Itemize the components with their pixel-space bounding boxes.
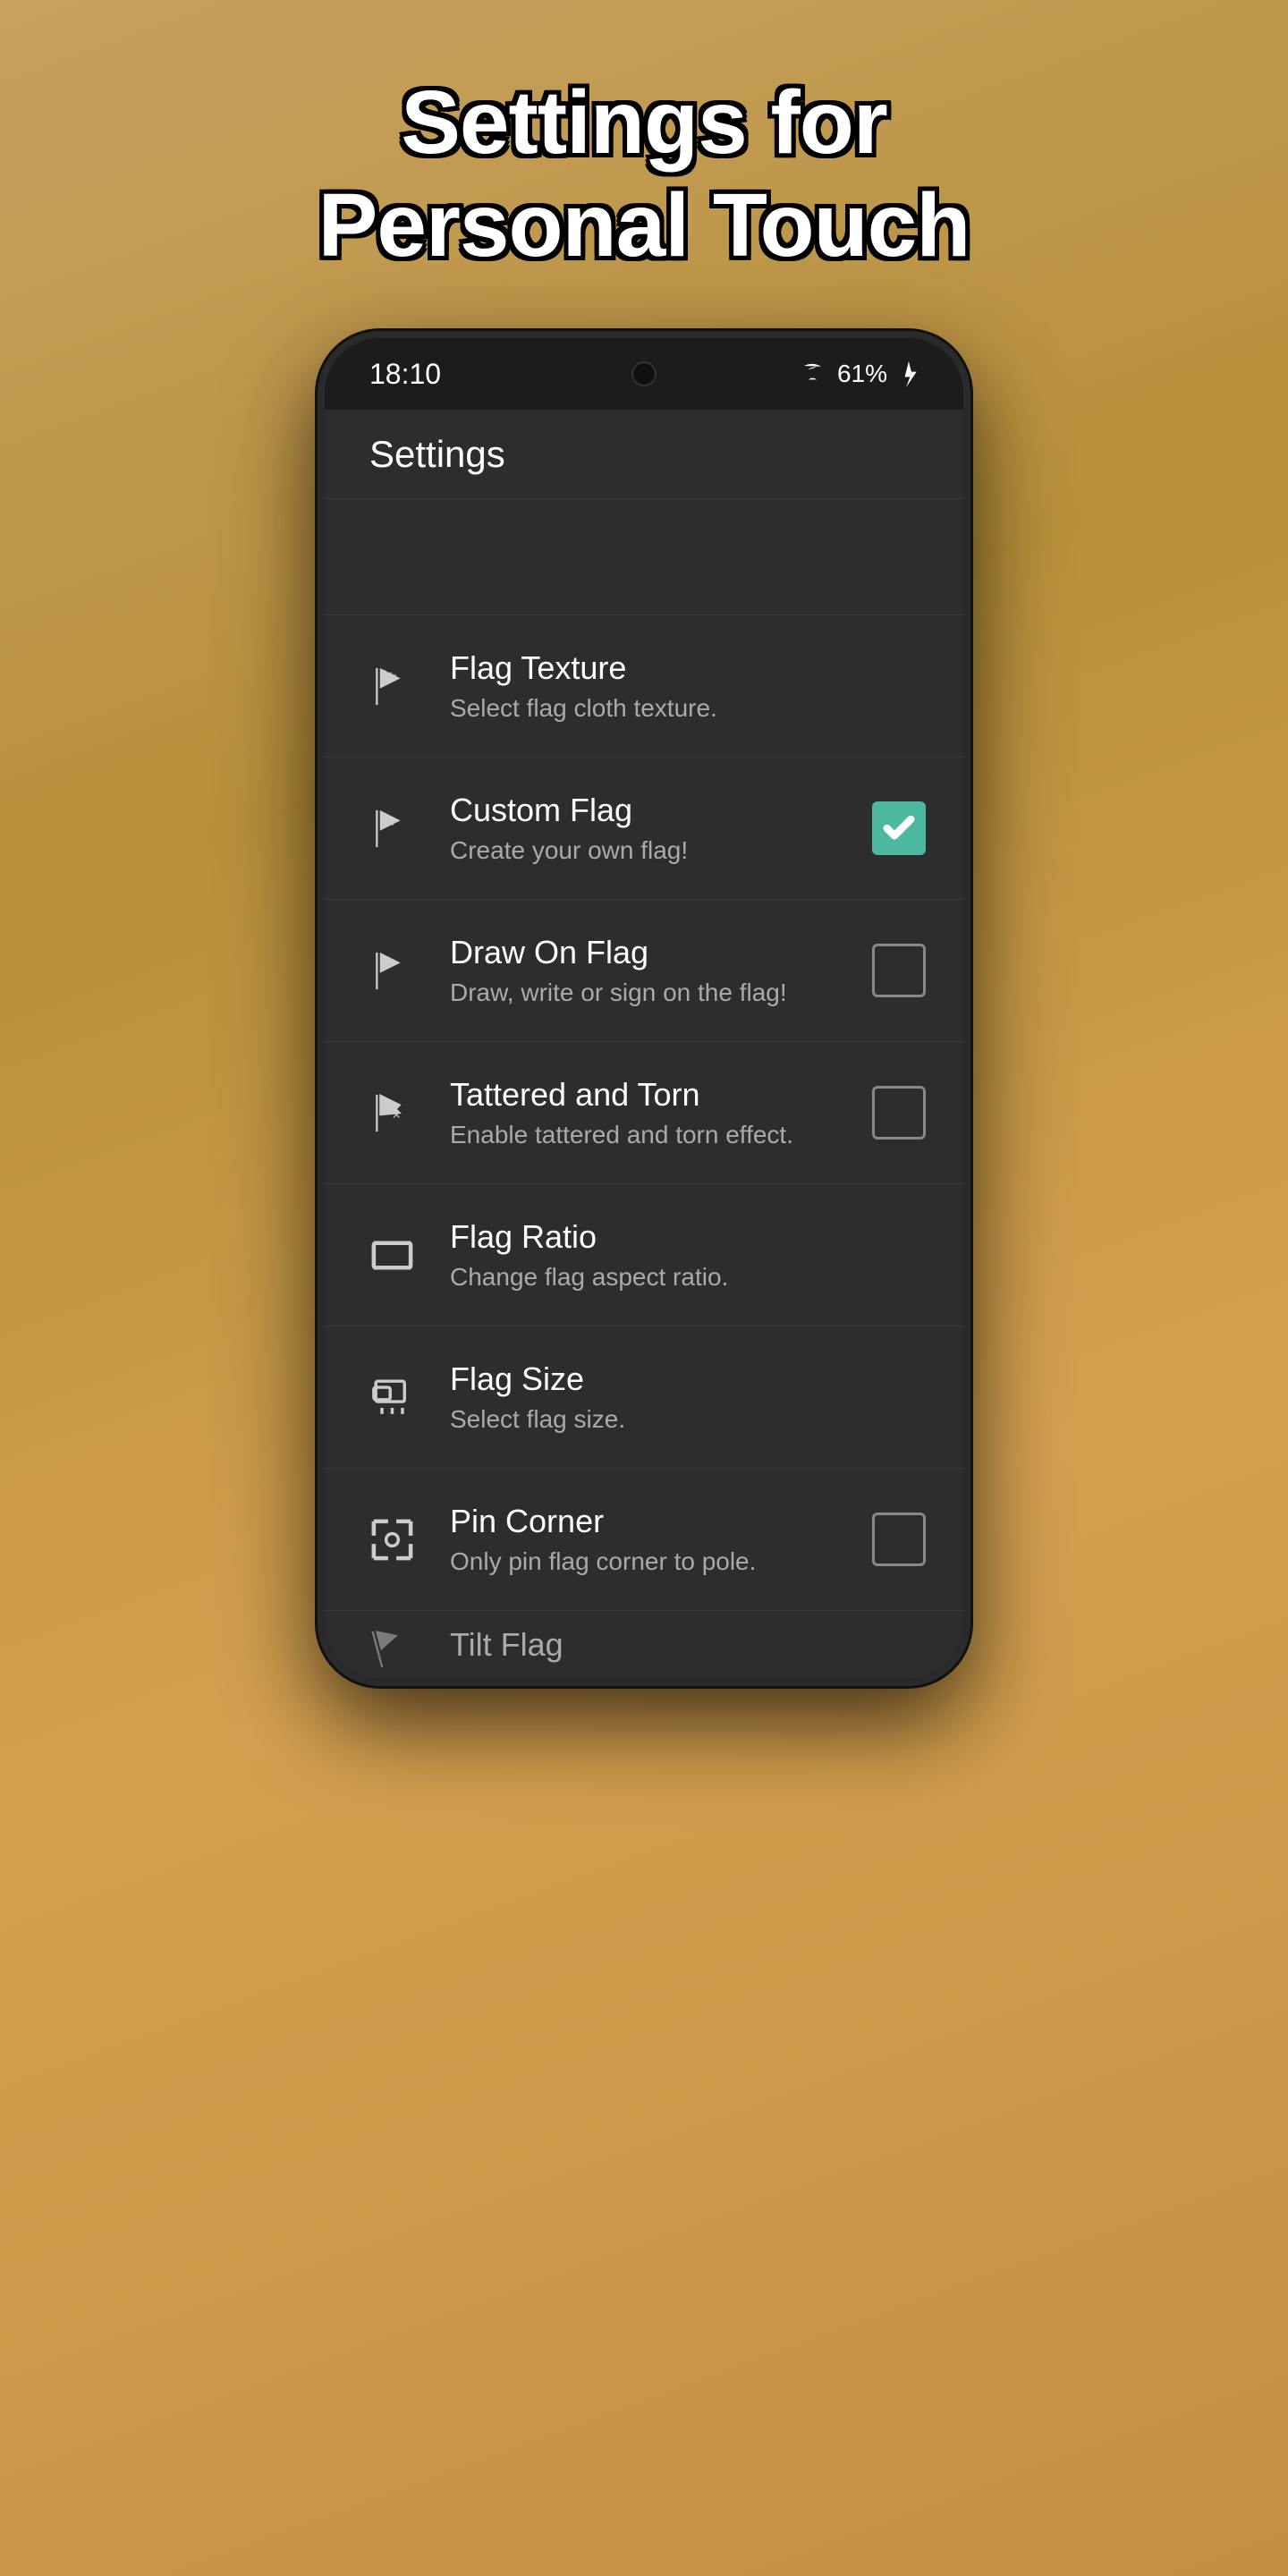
custom-flag-text: Custom Flag Create your own flag! <box>450 792 843 865</box>
pin-corner-title: Pin Corner <box>450 1503 843 1540</box>
status-right: 61% <box>797 359 919 390</box>
pin-corner-subtitle: Only pin flag corner to pole. <box>450 1547 843 1576</box>
settings-item-tilt-flag[interactable]: Tilt Flag <box>325 1611 963 1679</box>
wifi-icon <box>797 359 828 390</box>
flag-ratio-text: Flag Ratio Change flag aspect ratio. <box>450 1218 928 1292</box>
app-bar-title: Settings <box>369 433 505 476</box>
draw-on-flag-checkbox[interactable] <box>872 944 926 997</box>
custom-flag-title: Custom Flag <box>450 792 843 829</box>
tattered-torn-checkbox[interactable] <box>872 1086 926 1140</box>
tattered-torn-control[interactable] <box>869 1084 928 1142</box>
header-section <box>325 499 963 615</box>
flag-ratio-subtitle: Change flag aspect ratio. <box>450 1263 928 1292</box>
tilt-flag-text: Tilt Flag <box>450 1626 928 1664</box>
tilt-flag-title: Tilt Flag <box>450 1626 928 1664</box>
page-title: Settings for Personal Touch <box>211 0 1078 331</box>
custom-flag-icon: + <box>360 797 423 860</box>
tilt-flag-icon <box>360 1614 423 1676</box>
pin-corner-text: Pin Corner Only pin flag corner to pole. <box>450 1503 843 1576</box>
pin-corner-icon <box>360 1508 423 1571</box>
draw-on-flag-subtitle: Draw, write or sign on the flag! <box>450 979 843 1007</box>
tattered-torn-title: Tattered and Torn <box>450 1076 843 1114</box>
flag-size-icon <box>360 1366 423 1428</box>
settings-item-flag-texture[interactable]: Flag Texture Select flag cloth texture. <box>325 615 963 758</box>
app-bar: Settings <box>325 410 963 499</box>
flag-size-title: Flag Size <box>450 1360 928 1398</box>
settings-item-flag-ratio[interactable]: Flag Ratio Change flag aspect ratio. <box>325 1184 963 1326</box>
draw-on-flag-control[interactable] <box>869 942 928 1000</box>
tattered-torn-subtitle: Enable tattered and torn effect. <box>450 1121 843 1149</box>
battery-icon <box>896 359 919 390</box>
draw-on-flag-title: Draw On Flag <box>450 934 843 971</box>
flag-texture-text: Flag Texture Select flag cloth texture. <box>450 649 928 723</box>
custom-flag-control[interactable] <box>869 800 928 858</box>
tattered-torn-text: Tattered and Torn Enable tattered and to… <box>450 1076 843 1149</box>
settings-item-draw-on-flag[interactable]: Draw On Flag Draw, write or sign on the … <box>325 900 963 1042</box>
flag-texture-subtitle: Select flag cloth texture. <box>450 694 928 723</box>
status-time: 18:10 <box>369 358 441 391</box>
flag-size-text: Flag Size Select flag size. <box>450 1360 928 1434</box>
phone-shell: 18:10 61% Settings <box>318 331 970 1686</box>
custom-flag-checkbox-checked[interactable] <box>872 801 926 855</box>
svg-text:×: × <box>392 1106 400 1123</box>
flag-texture-title: Flag Texture <box>450 649 928 687</box>
ratio-icon <box>360 1224 423 1286</box>
camera-notch <box>631 361 657 386</box>
pin-corner-checkbox[interactable] <box>872 1513 926 1566</box>
settings-item-pin-corner[interactable]: Pin Corner Only pin flag corner to pole. <box>325 1469 963 1611</box>
flag-ratio-title: Flag Ratio <box>450 1218 928 1256</box>
flag-size-subtitle: Select flag size. <box>450 1405 928 1434</box>
custom-flag-subtitle: Create your own flag! <box>450 836 843 865</box>
draw-flag-icon <box>360 939 423 1002</box>
settings-item-flag-size[interactable]: Flag Size Select flag size. <box>325 1326 963 1469</box>
battery-percent: 61% <box>837 360 887 388</box>
status-bar: 18:10 61% <box>325 338 963 410</box>
pin-corner-control[interactable] <box>869 1511 928 1569</box>
flag-texture-icon <box>360 655 423 717</box>
settings-item-tattered-torn[interactable]: × Tattered and Torn Enable tattered and … <box>325 1042 963 1184</box>
svg-text:+: + <box>387 811 397 830</box>
settings-item-custom-flag[interactable]: + Custom Flag Create your own flag! <box>325 758 963 900</box>
tattered-flag-icon: × <box>360 1081 423 1144</box>
draw-on-flag-text: Draw On Flag Draw, write or sign on the … <box>450 934 843 1007</box>
settings-list: Flag Texture Select flag cloth texture. … <box>325 615 963 1679</box>
